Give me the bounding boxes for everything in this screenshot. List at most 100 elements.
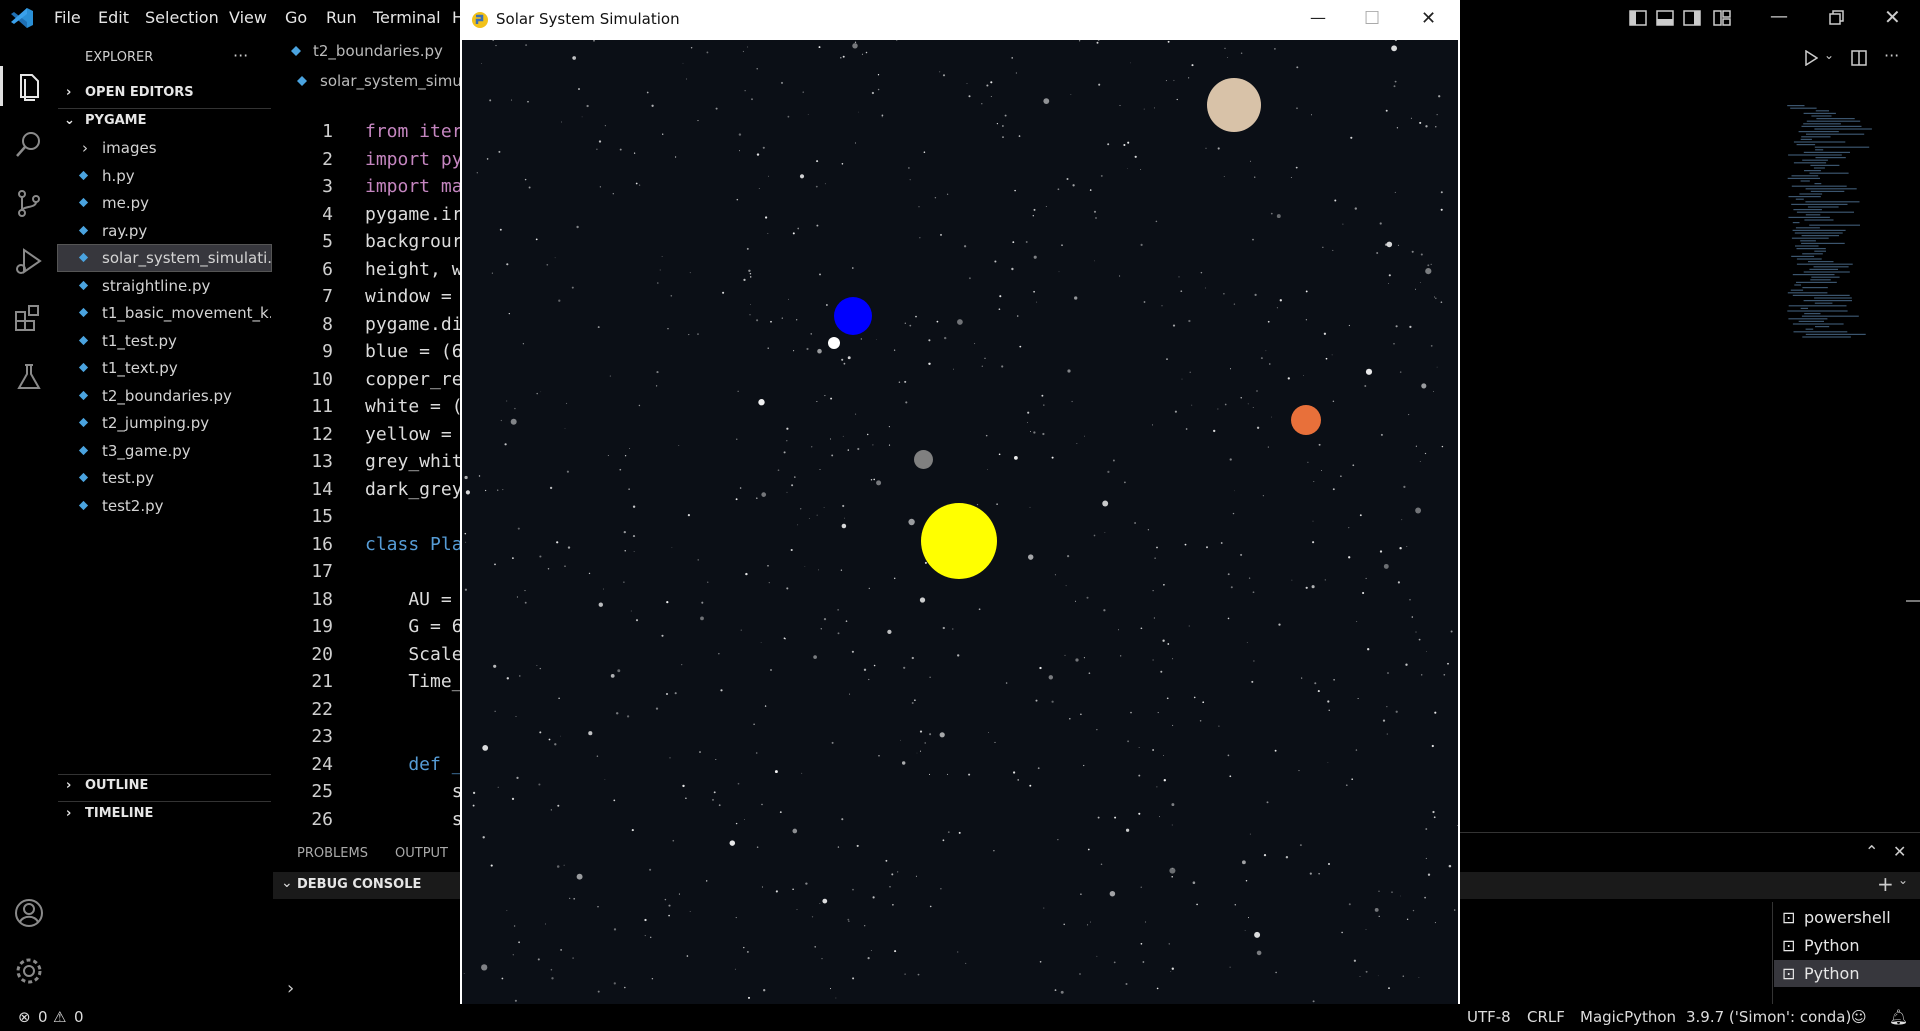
right-area: — ✕ ⌄ ··· ⌃ ✕ + ⌄ ⊡ powershell ⊡ Python ⊡ Pyt… — [1460, 0, 1920, 1031]
code-line: 9 blue = (6 — [273, 338, 460, 365]
close-button[interactable]: ✕ — [1421, 8, 1436, 29]
code-text: dark_grey — [365, 478, 460, 500]
menu-go[interactable]: Go — [285, 8, 307, 27]
file-item[interactable]: me.py — [58, 190, 271, 216]
open-editors-section[interactable]: › OPEN EDITORS — [58, 80, 271, 106]
file-item[interactable]: test.py — [58, 465, 271, 491]
python-file-icon — [78, 445, 89, 455]
chevron-down-icon[interactable]: ⌄ — [1824, 48, 1834, 62]
search-icon[interactable] — [12, 128, 46, 162]
toggle-primary-sidebar-icon[interactable] — [1628, 8, 1648, 28]
error-count[interactable]: 0 — [38, 1008, 48, 1026]
line-number: 22 — [311, 698, 333, 720]
explorer-icon[interactable] — [12, 70, 46, 104]
line-number: 8 — [322, 313, 333, 335]
terminal-instance[interactable]: ⊡ Python — [1774, 932, 1920, 959]
file-item[interactable]: t1_text.py — [58, 355, 271, 381]
toggle-panel-icon[interactable] — [1655, 8, 1675, 28]
line-number: 6 — [322, 258, 333, 280]
settings-gear-icon[interactable] — [12, 954, 46, 988]
file-item[interactable]: t1_test.py — [58, 328, 271, 354]
code-line: 5 backgrour — [273, 228, 460, 255]
warning-icon[interactable]: ⚠ — [53, 1008, 66, 1026]
menu-terminal[interactable]: Terminal — [373, 8, 441, 27]
extensions-icon[interactable] — [12, 302, 46, 336]
file-item[interactable]: straightline.py — [58, 273, 271, 299]
editor-tab-bar: t2_boundaries.py — [273, 36, 460, 66]
line-number: 3 — [322, 176, 333, 197]
menu-file[interactable]: File — [54, 8, 81, 27]
customize-layout-icon[interactable] — [1712, 8, 1732, 28]
account-icon[interactable] — [12, 896, 46, 930]
eol-indicator[interactable]: CRLF — [1527, 1008, 1565, 1026]
pygame-folder-section[interactable]: ⌄ PYGAME — [58, 108, 271, 134]
language-mode[interactable]: MagicPython — [1580, 1008, 1676, 1026]
warning-count[interactable]: 0 — [74, 1008, 84, 1026]
split-editor-icon[interactable] — [1850, 49, 1868, 67]
file-label: test.py — [102, 469, 154, 487]
tab-output[interactable]: OUTPUT — [395, 846, 448, 861]
maximize-button[interactable]: ☐ — [1364, 8, 1380, 29]
close-panel-icon[interactable]: ✕ — [1893, 842, 1906, 861]
debug-console-header[interactable]: ⌄ DEBUG CONSOLE — [273, 872, 460, 899]
more-actions-button[interactable]: ··· — [233, 46, 248, 65]
tab-problems[interactable]: PROBLEMS — [297, 846, 368, 861]
minimap[interactable] — [1785, 105, 1885, 345]
terminal-icon: ⊡ — [1782, 936, 1796, 955]
code-text: class Pla — [365, 533, 460, 555]
run-python-file-icon[interactable] — [1804, 50, 1818, 66]
terminal-instance[interactable]: ⊡ Python — [1774, 960, 1920, 987]
file-label: t2_jumping.py — [102, 414, 210, 432]
error-icon[interactable]: ⊗ — [18, 1008, 31, 1026]
python-file-icon — [78, 390, 89, 400]
code-line: 6 height, w — [273, 256, 460, 283]
beige-planet — [1207, 78, 1261, 132]
window-restore-icon[interactable] — [1828, 9, 1846, 27]
new-terminal-icon[interactable]: + — [1877, 872, 1894, 896]
code-editor[interactable]: t2_boundaries.py solar_system_simula 1 fr… — [273, 36, 460, 836]
menu-edit[interactable]: Edit — [98, 8, 129, 27]
encoding-indicator[interactable]: UTF-8 — [1467, 1008, 1511, 1026]
minimize-button[interactable]: — — [1310, 8, 1326, 27]
outline-section[interactable]: › OUTLINE — [58, 773, 271, 799]
file-item[interactable]: ray.py — [58, 218, 271, 244]
toggle-secondary-sidebar-icon[interactable] — [1682, 8, 1702, 28]
code-text: G = 6 — [365, 616, 460, 637]
timeline-section[interactable]: › TIMELINE — [58, 801, 271, 827]
editor-more-actions-icon[interactable]: ··· — [1884, 46, 1899, 65]
python-interpreter[interactable]: 3.9.7 ('Simon': conda) — [1686, 1008, 1851, 1026]
run-debug-icon[interactable] — [12, 244, 46, 278]
grey-planet — [914, 450, 933, 469]
editor-tab-t2-boundaries[interactable]: t2_boundaries.py — [313, 42, 443, 60]
chevron-down-icon: ⌄ — [64, 113, 75, 128]
file-item[interactable]: t1_basic_movement_k... — [58, 300, 271, 326]
chevron-right-icon[interactable]: › — [287, 978, 294, 999]
file-label: straightline.py — [102, 276, 211, 295]
file-item[interactable]: test2.py — [58, 493, 271, 519]
menu-view[interactable]: View — [229, 8, 267, 27]
file-item[interactable]: t2_jumping.py — [58, 410, 271, 436]
menu-run[interactable]: Run — [326, 8, 357, 27]
folder-item[interactable]: › images — [58, 135, 271, 161]
file-item[interactable]: t3_game.py — [58, 438, 271, 464]
terminal-instance[interactable]: ⊡ powershell — [1774, 904, 1920, 931]
source-control-icon[interactable] — [12, 186, 46, 220]
testing-icon[interactable] — [12, 360, 46, 394]
maximize-panel-icon[interactable]: ⌃ — [1865, 842, 1878, 861]
menu-selection[interactable]: Selection — [145, 8, 219, 27]
scrollbar-thumb[interactable] — [1906, 600, 1920, 602]
window-minimize-button[interactable]: — — [1770, 6, 1788, 27]
file-item[interactable]: t2_boundaries.py — [58, 383, 271, 409]
notifications-bell-icon[interactable]: 🔔︎ — [1889, 1008, 1908, 1026]
breadcrumb-file[interactable]: solar_system_simula — [320, 72, 460, 90]
feedback-icon[interactable]: ☺ — [1851, 1008, 1867, 1026]
code-line: 14 dark_grey — [273, 476, 460, 503]
chevron-down-icon[interactable]: ⌄ — [1898, 873, 1908, 887]
file-item[interactable]: solar_system_simulati... — [57, 244, 272, 272]
pygame-window: Solar System Simulation — ☐ ✕ — [460, 0, 1460, 1031]
line-number: 5 — [322, 231, 333, 252]
window-close-button[interactable]: ✕ — [1884, 5, 1901, 29]
python-file-icon — [78, 170, 89, 180]
file-item[interactable]: h.py — [58, 163, 271, 189]
line-number: 14 — [311, 478, 333, 500]
